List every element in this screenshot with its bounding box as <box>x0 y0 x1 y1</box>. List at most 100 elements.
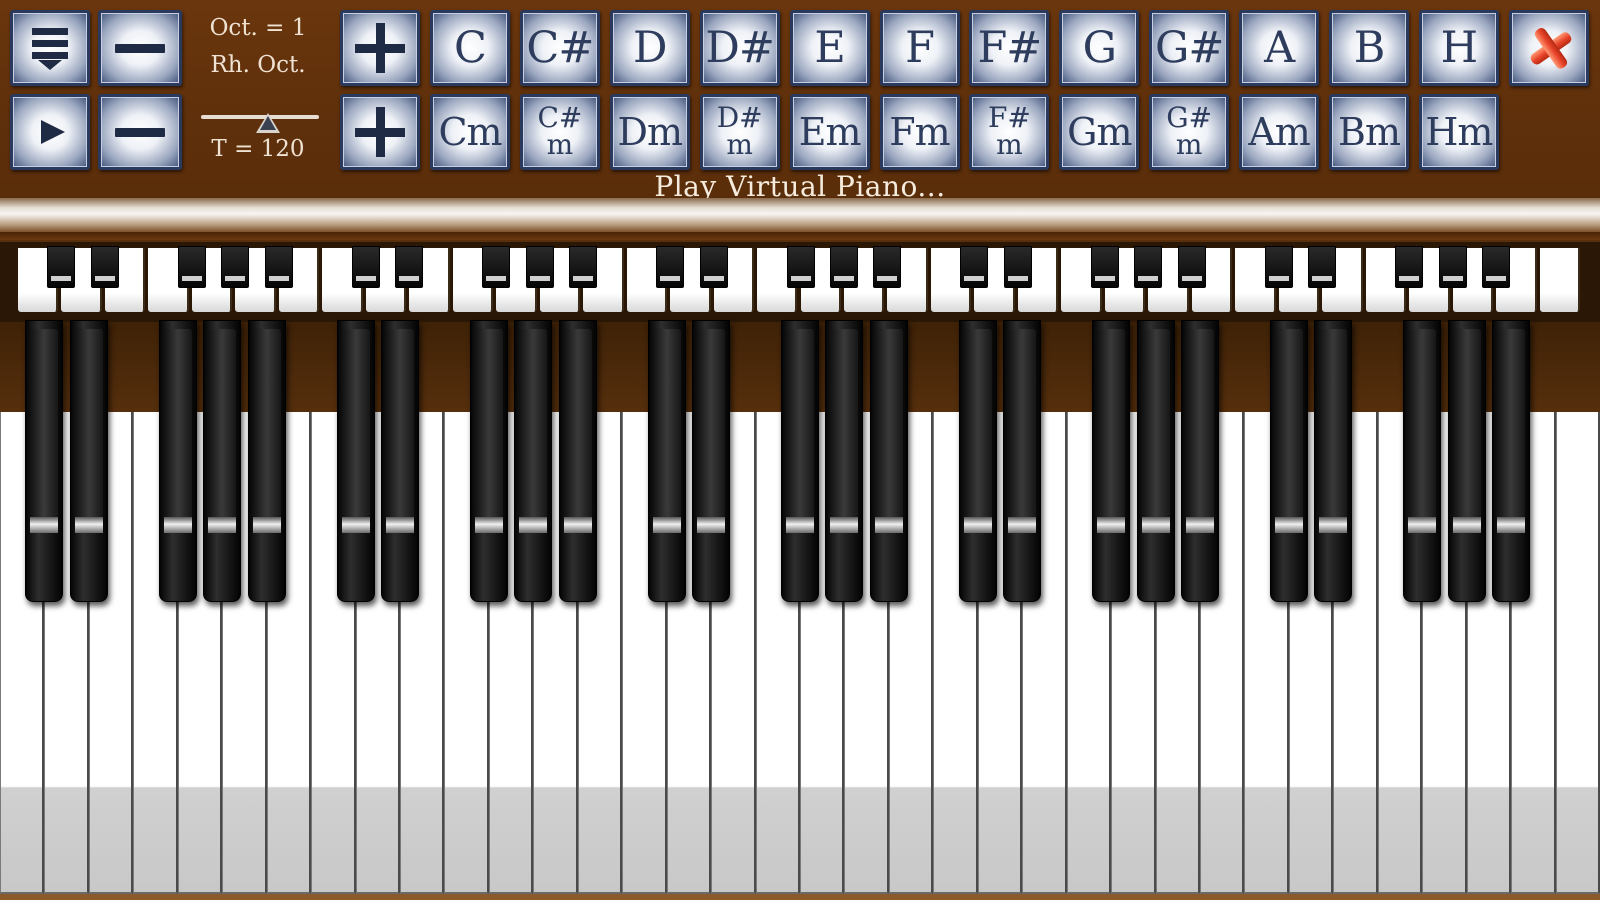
minimap-black-key <box>1003 246 1032 288</box>
black-key[interactable] <box>1136 320 1175 602</box>
black-key[interactable] <box>203 320 242 602</box>
minimap-black-key <box>47 246 76 288</box>
black-key[interactable] <box>1314 320 1353 602</box>
black-key[interactable] <box>1003 320 1042 602</box>
chord-button-label: G# <box>1154 22 1224 73</box>
minor-chord-button-label: F# m <box>987 101 1031 161</box>
chord-button-g[interactable]: G <box>1059 10 1140 86</box>
octave-decrease-button[interactable] <box>98 10 182 86</box>
black-key[interactable] <box>381 320 419 602</box>
keyboard-minimap[interactable] <box>0 242 1600 322</box>
black-key[interactable] <box>692 320 731 602</box>
plus-icon <box>355 107 405 157</box>
minimap-black-key <box>1090 246 1119 288</box>
black-key[interactable] <box>958 320 997 602</box>
chord-button-label: F <box>905 22 935 73</box>
black-key[interactable] <box>558 320 597 602</box>
minor-chord-button-d-sharpm[interactable]: D# m <box>699 94 780 170</box>
chord-button-label: G <box>1082 22 1117 73</box>
black-key[interactable] <box>158 320 197 602</box>
chord-button-b[interactable]: B <box>1329 10 1409 86</box>
black-key[interactable] <box>1181 320 1219 602</box>
chord-button-g-sharp[interactable]: G# <box>1149 10 1230 86</box>
black-key[interactable] <box>1403 320 1442 602</box>
black-key[interactable] <box>469 320 508 602</box>
piano-keyboard <box>0 320 1600 900</box>
black-key[interactable] <box>69 320 108 602</box>
minimap-black-key <box>656 246 685 288</box>
piano-rail <box>0 198 1600 234</box>
minor-chord-button-g-sharpm[interactable]: G# m <box>1149 94 1230 170</box>
minimap-black-key <box>525 246 554 288</box>
chord-button-label: D# <box>705 22 775 73</box>
chord-button-h[interactable]: H <box>1418 10 1499 86</box>
play-button[interactable] <box>10 94 90 170</box>
tempo-decrease-button[interactable] <box>98 94 182 170</box>
minimap-black-key <box>829 246 858 288</box>
octave-increase-button[interactable] <box>340 10 420 86</box>
minor-chord-button-label: Fm <box>889 110 950 154</box>
play-icon <box>41 120 65 144</box>
minor-chord-button-am[interactable]: Am <box>1239 94 1320 170</box>
chord-button-a[interactable]: A <box>1239 10 1320 86</box>
chord-button-d[interactable]: D <box>609 10 690 86</box>
minor-chord-button-em[interactable]: Em <box>789 94 870 170</box>
black-key[interactable] <box>869 320 908 602</box>
chord-button-label: E <box>814 22 845 73</box>
minimap-black-key <box>873 246 902 288</box>
white-key[interactable] <box>1555 412 1600 894</box>
minimap-black-key <box>1395 246 1424 288</box>
black-key[interactable] <box>1492 320 1531 602</box>
minimap-black-key <box>699 246 728 288</box>
chord-button-label: F# <box>977 22 1042 73</box>
chord-button-label: D <box>633 22 667 73</box>
plus-icon <box>355 23 405 73</box>
black-key[interactable] <box>781 320 819 602</box>
minor-chord-button-label: Gm <box>1067 110 1132 154</box>
menu-icon <box>32 26 68 70</box>
minimap-black-key <box>1177 246 1206 288</box>
black-key[interactable] <box>825 320 864 602</box>
black-key[interactable] <box>1447 320 1486 602</box>
minor-chord-button-f-sharpm[interactable]: F# m <box>969 94 1050 170</box>
minor-chord-button-label: G# m <box>1166 101 1213 161</box>
minimap-black-key <box>1438 246 1467 288</box>
minor-chord-button-c-sharpm[interactable]: C# m <box>519 94 600 170</box>
minus-icon <box>115 127 165 137</box>
black-key[interactable] <box>647 320 686 602</box>
minimap-black-key <box>264 246 293 288</box>
minor-chord-button-fm[interactable]: Fm <box>879 94 960 170</box>
chord-button-f[interactable]: F <box>879 10 960 86</box>
close-button[interactable] <box>1509 10 1589 86</box>
black-key[interactable] <box>247 320 286 602</box>
black-key[interactable] <box>25 320 64 602</box>
minor-chord-button-cm[interactable]: Cm <box>430 94 510 170</box>
chord-button-c-sharp[interactable]: C# <box>519 10 600 86</box>
minor-chord-button-label: Am <box>1248 110 1310 154</box>
tempo-increase-button[interactable] <box>340 94 420 170</box>
minor-chord-button-hm[interactable]: Hm <box>1418 94 1499 170</box>
minimap-black-key <box>221 246 250 288</box>
minimap-keys <box>18 246 1583 312</box>
minor-chord-button-dm[interactable]: Dm <box>609 94 690 170</box>
black-key[interactable] <box>336 320 375 602</box>
chord-button-label: A <box>1264 22 1295 73</box>
minor-chord-button-gm[interactable]: Gm <box>1059 94 1140 170</box>
black-key[interactable] <box>1269 320 1308 602</box>
tempo-label: T = 120 <box>211 136 305 162</box>
minimap-black-key <box>569 246 598 288</box>
minor-chord-button-bm[interactable]: Bm <box>1329 94 1409 170</box>
chord-button-label: C# <box>526 22 594 73</box>
octave-label: Oct. = 1 <box>209 15 307 41</box>
chord-button-e[interactable]: E <box>789 10 870 86</box>
minor-chord-button-label: D# m <box>716 101 763 161</box>
minimap-black-key <box>1308 246 1337 288</box>
chord-button-d-sharp[interactable]: D# <box>699 10 780 86</box>
black-key[interactable] <box>514 320 553 602</box>
menu-button[interactable] <box>10 10 90 86</box>
piano-bottom-strip <box>0 894 1600 900</box>
black-key[interactable] <box>1092 320 1131 602</box>
chord-button-c[interactable]: C <box>430 10 510 86</box>
chord-button-f-sharp[interactable]: F# <box>969 10 1050 86</box>
minimap-black-key <box>960 246 989 288</box>
